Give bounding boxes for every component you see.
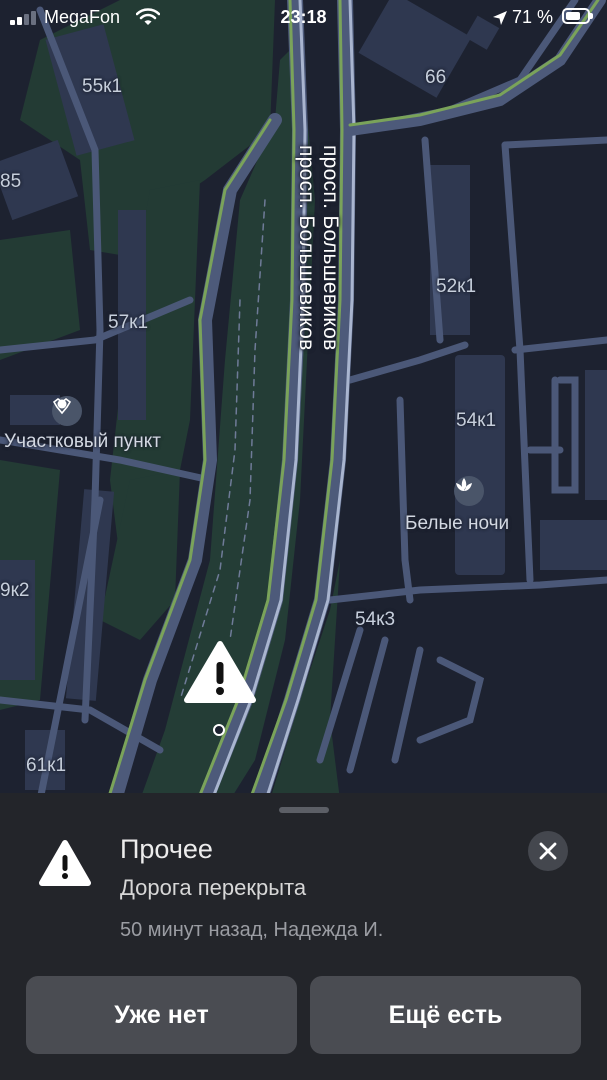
map-canvas (0, 0, 607, 800)
building-label: 55к1 (82, 76, 123, 97)
battery-icon (562, 8, 593, 24)
incident-category: Прочее (120, 834, 213, 864)
building-label: 57к1 (108, 312, 149, 333)
building-label: 54к1 (456, 410, 497, 431)
building-label: 66 (425, 67, 447, 88)
already-gone-button[interactable]: Уже нет (26, 976, 297, 1054)
building-label: 61к1 (26, 755, 67, 776)
police-icon[interactable] (52, 396, 82, 426)
poi-label-beliye-nochi[interactable]: Белые ночи (405, 513, 509, 535)
street-label-left: просп. Большевиков (319, 145, 342, 351)
incident-sheet: Прочее Дорога перекрыта 50 минут назад, … (0, 793, 607, 1080)
building-label: 54к3 (355, 609, 396, 630)
street-label-right: просп. Большевиков (295, 145, 318, 351)
battery-percent: 71 % (512, 7, 554, 27)
building-label: 85 (0, 171, 22, 192)
sheet-grabber[interactable] (279, 807, 329, 813)
close-button[interactable] (528, 831, 568, 871)
location-dot (213, 724, 225, 736)
poi-label-police[interactable]: Участковый пункт (4, 431, 161, 453)
incident-meta: 50 минут назад, Надежда И. (120, 919, 384, 941)
location-arrow-icon (493, 11, 507, 25)
lotus-icon[interactable] (454, 476, 484, 506)
building-label: 52к1 (436, 276, 477, 297)
status-bar: MegaFon 23:18 71 % (0, 0, 607, 34)
warning-icon (39, 840, 91, 886)
close-icon (539, 842, 557, 860)
incident-description: Дорога перекрыта (120, 875, 307, 900)
battery-fill (566, 12, 580, 20)
map-view[interactable]: просп. Большевиков просп. Большевиков 55… (0, 0, 607, 800)
still-there-button[interactable]: Ещё есть (310, 976, 581, 1054)
building-label: 9к2 (0, 580, 30, 601)
